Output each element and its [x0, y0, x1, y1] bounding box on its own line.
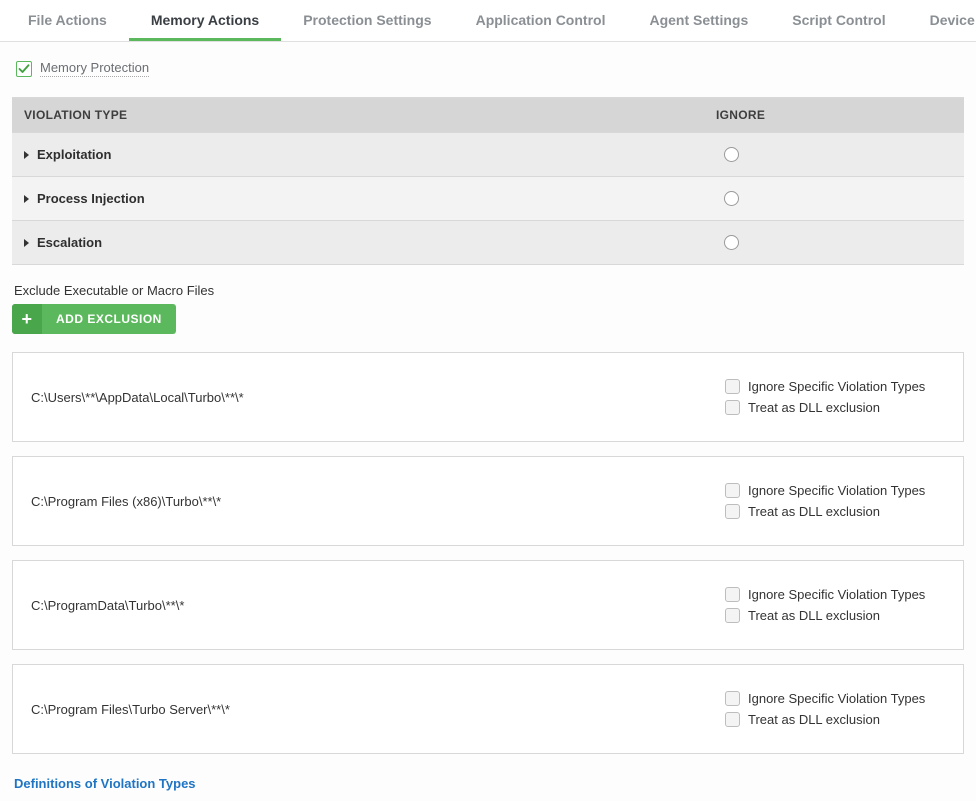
- tab-device[interactable]: Device: [908, 0, 976, 41]
- checkbox-ignore-specific[interactable]: [725, 587, 740, 602]
- exclusion-path: C:\ProgramData\Turbo\**\*: [31, 598, 725, 613]
- tab-protection-settings[interactable]: Protection Settings: [281, 0, 453, 41]
- violation-row-exploitation: Exploitation: [12, 132, 964, 176]
- exclusion-path: C:\Program Files (x86)\Turbo\**\*: [31, 494, 725, 509]
- add-exclusion-label: ADD EXCLUSION: [42, 304, 176, 334]
- checkbox-ignore-specific[interactable]: [725, 483, 740, 498]
- checkbox-ignore-specific[interactable]: [725, 379, 740, 394]
- ignore-radio-exploitation[interactable]: [724, 147, 739, 162]
- caret-right-icon: [24, 195, 29, 203]
- option-label: Ignore Specific Violation Types: [748, 379, 925, 394]
- exclude-section-label: Exclude Executable or Macro Files: [14, 283, 964, 298]
- option-ignore-specific[interactable]: Ignore Specific Violation Types: [725, 483, 945, 498]
- caret-right-icon: [24, 151, 29, 159]
- exclusion-row: C:\Program Files (x86)\Turbo\**\* Ignore…: [12, 456, 964, 546]
- ignore-radio-escalation[interactable]: [724, 235, 739, 250]
- checkbox-treat-dll[interactable]: [725, 608, 740, 623]
- option-treat-dll[interactable]: Treat as DLL exclusion: [725, 400, 945, 415]
- checkbox-treat-dll[interactable]: [725, 712, 740, 727]
- option-ignore-specific[interactable]: Ignore Specific Violation Types: [725, 691, 945, 706]
- checkbox-ignore-specific[interactable]: [725, 691, 740, 706]
- tab-agent-settings[interactable]: Agent Settings: [627, 0, 770, 41]
- checkbox-treat-dll[interactable]: [725, 400, 740, 415]
- option-treat-dll[interactable]: Treat as DLL exclusion: [725, 712, 945, 727]
- table-header: VIOLATION TYPE IGNORE: [12, 98, 964, 132]
- tab-application-control[interactable]: Application Control: [454, 0, 628, 41]
- exclusion-list: C:\Users\**\AppData\Local\Turbo\**\* Ign…: [12, 352, 964, 754]
- memory-protection-toggle-row: Memory Protection: [16, 60, 964, 77]
- exclusion-row: C:\Program Files\Turbo Server\**\* Ignor…: [12, 664, 964, 754]
- memory-protection-checkbox[interactable]: [16, 61, 32, 77]
- option-label: Ignore Specific Violation Types: [748, 483, 925, 498]
- header-ignore: IGNORE: [704, 98, 964, 132]
- violation-row-process-injection: Process Injection: [12, 176, 964, 220]
- exclusion-path: C:\Users\**\AppData\Local\Turbo\**\*: [31, 390, 725, 405]
- violation-type-table: VIOLATION TYPE IGNORE Exploitation Proce…: [12, 97, 964, 265]
- violation-row-toggle[interactable]: Escalation: [12, 221, 704, 264]
- tab-bar: File Actions Memory Actions Protection S…: [0, 0, 976, 42]
- plus-icon: +: [12, 304, 42, 334]
- tab-file-actions[interactable]: File Actions: [6, 0, 129, 41]
- violation-row-escalation: Escalation: [12, 220, 964, 264]
- option-ignore-specific[interactable]: Ignore Specific Violation Types: [725, 587, 945, 602]
- option-label: Treat as DLL exclusion: [748, 712, 880, 727]
- option-label: Ignore Specific Violation Types: [748, 691, 925, 706]
- check-icon: [18, 63, 30, 75]
- violation-row-toggle[interactable]: Exploitation: [12, 133, 704, 176]
- violation-row-label: Exploitation: [37, 147, 111, 162]
- option-label: Treat as DLL exclusion: [748, 608, 880, 623]
- tab-script-control[interactable]: Script Control: [770, 0, 907, 41]
- option-label: Treat as DLL exclusion: [748, 400, 880, 415]
- header-violation-type: VIOLATION TYPE: [12, 98, 704, 132]
- option-label: Treat as DLL exclusion: [748, 504, 880, 519]
- memory-protection-label: Memory Protection: [40, 60, 149, 77]
- violation-row-label: Escalation: [37, 235, 102, 250]
- violation-row-label: Process Injection: [37, 191, 145, 206]
- exclusion-row: C:\Users\**\AppData\Local\Turbo\**\* Ign…: [12, 352, 964, 442]
- option-treat-dll[interactable]: Treat as DLL exclusion: [725, 608, 945, 623]
- exclusion-path: C:\Program Files\Turbo Server\**\*: [31, 702, 725, 717]
- checkbox-treat-dll[interactable]: [725, 504, 740, 519]
- option-treat-dll[interactable]: Treat as DLL exclusion: [725, 504, 945, 519]
- exclusion-row: C:\ProgramData\Turbo\**\* Ignore Specifi…: [12, 560, 964, 650]
- add-exclusion-button[interactable]: + ADD EXCLUSION: [12, 304, 176, 334]
- option-label: Ignore Specific Violation Types: [748, 587, 925, 602]
- definitions-link[interactable]: Definitions of Violation Types: [14, 776, 196, 791]
- ignore-radio-process-injection[interactable]: [724, 191, 739, 206]
- tab-memory-actions[interactable]: Memory Actions: [129, 0, 281, 41]
- option-ignore-specific[interactable]: Ignore Specific Violation Types: [725, 379, 945, 394]
- violation-row-toggle[interactable]: Process Injection: [12, 177, 704, 220]
- caret-right-icon: [24, 239, 29, 247]
